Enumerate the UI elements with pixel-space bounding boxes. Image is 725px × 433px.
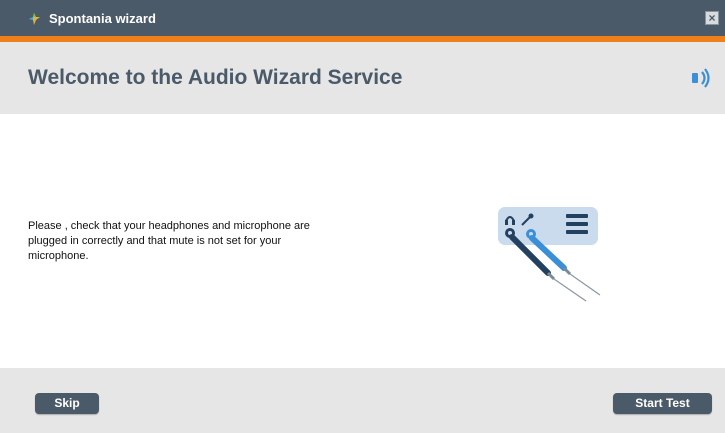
window-title: Spontania wizard bbox=[49, 11, 156, 26]
instructions-text: Please , check that your headphones and … bbox=[28, 220, 310, 262]
start-test-button[interactable]: Start Test bbox=[613, 393, 712, 414]
header-panel: Welcome to the Audio Wizard Service bbox=[0, 42, 725, 114]
spontania-logo-icon bbox=[27, 12, 41, 26]
speaker-icon bbox=[689, 66, 713, 90]
close-button[interactable]: × bbox=[705, 11, 719, 25]
page-title: Welcome to the Audio Wizard Service bbox=[28, 66, 403, 89]
footer-panel: Skip Start Test bbox=[0, 368, 725, 433]
wizard-window: Spontania wizard × Welcome to the Audio … bbox=[0, 0, 725, 433]
headphones-microphone-plugs-icon bbox=[496, 205, 606, 305]
title-bar: Spontania wizard × bbox=[0, 0, 725, 36]
skip-button[interactable]: Skip bbox=[35, 393, 99, 414]
